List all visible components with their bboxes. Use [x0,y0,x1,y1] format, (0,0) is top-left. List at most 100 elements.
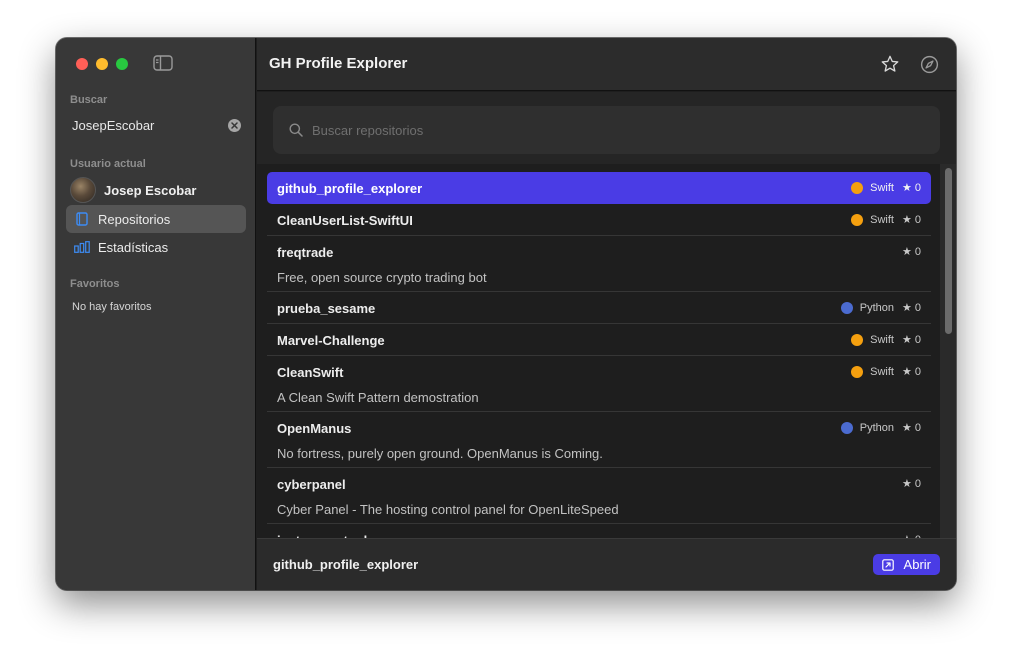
language-label: Python [859,301,894,314]
repo-stars: ★0 [902,245,921,259]
current-user[interactable]: Josep Escobar [70,177,197,203]
close-window-button[interactable] [76,58,88,70]
main-content: GH Profile Explorer github_profile_explo… [257,38,956,590]
language-dot [851,213,864,226]
star-count: 0 [914,365,921,378]
external-link-icon [881,558,894,571]
sidebar-item-label: Repositorios [98,211,171,227]
repo-language: Python [840,421,894,434]
compass-icon [920,55,938,73]
repo-name: CleanUserList-SwiftUI [277,213,413,228]
toolbar: GH Profile Explorer [257,38,956,91]
star-count: 0 [914,213,921,226]
star-icon: ★ [902,422,912,434]
language-dot [840,421,853,434]
repo-language: Swift [851,181,894,194]
repo-stars: ★0 [902,333,921,347]
repo-meta: Swift ★ 0 [851,181,921,194]
sidebar-item-repositories[interactable]: Repositorios [66,205,246,233]
repo-search-area [257,92,956,164]
list-item[interactable]: github_profile_explorer Swift ★ 0 [267,172,931,204]
star-icon [881,55,899,72]
language-label: Swift [870,213,894,226]
page-title: GH Profile Explorer [269,55,408,72]
repo-search-input[interactable] [312,122,912,138]
repo-name: CleanSwift [277,365,344,380]
language-dot [851,365,864,378]
language-label: Swift [870,365,894,378]
star-count: 0 [914,245,921,258]
list-item[interactable]: instagram-tools ★0 [267,524,931,538]
open-browser-button[interactable] [917,52,941,76]
repo-name: Marvel-Challenge [277,333,385,348]
list-item[interactable]: Marvel-Challenge Swift ★ 0 [267,324,931,356]
search-icon [289,123,303,137]
sidebar-toggle-icon[interactable] [153,55,173,71]
repo-list-scrollbar[interactable] [940,164,956,538]
repo-meta: ★0 [902,477,921,491]
repo-meta: Python ★ 0 [840,421,921,435]
book-icon [74,211,90,227]
sidebar: Buscar JosepEscobar Usuario actual Josep… [56,38,256,590]
repo-name: OpenManus [277,421,352,436]
minimize-window-button[interactable] [96,58,108,70]
repo-stars: ★0 [902,477,921,491]
repo-language: Swift [851,365,894,378]
repo-stars: ★0 [902,365,921,379]
repo-description: A Clean Swift Pattern demostration [277,390,479,405]
repo-description: No fortress, purely open ground. OpenMan… [277,446,603,461]
repo-stars: ★0 [902,181,921,195]
star-icon: ★ [902,334,912,346]
sidebar-item-label: Estadísticas [98,239,169,255]
current-user-section-label: Usuario actual [70,158,146,170]
repo-meta: Swift ★ 0 [851,213,921,226]
list-item[interactable]: freqtrade Free, open source crypto tradi… [267,236,931,292]
favorites-section-label: Favoritos [70,278,120,290]
repo-search-box[interactable] [273,106,940,154]
repo-stars: ★0 [902,421,921,435]
star-count: 0 [914,477,921,490]
selected-repo-name: github_profile_explorer [273,557,419,572]
repo-meta: Swift ★ 0 [851,365,921,378]
repo-name: prueba_sesame [277,301,376,316]
scrollbar-thumb[interactable] [945,168,952,334]
star-icon: ★ [902,478,912,490]
list-item[interactable]: prueba_sesame Python ★ 0 [267,292,931,324]
star-count: 0 [914,333,921,346]
repo-description: Cyber Panel - The hosting control panel … [277,502,619,517]
repo-description: Free, open source crypto trading bot [277,270,487,285]
repo-meta: ★0 [902,245,921,259]
open-repo-button[interactable]: Abrir [872,554,940,575]
open-button-label: Abrir [903,557,931,572]
search-section-label: Buscar [70,94,108,106]
list-item[interactable]: CleanSwift A Clean Swift Pattern demostr… [267,356,931,412]
repo-meta: Swift ★ 0 [851,333,921,346]
avatar [70,177,96,203]
star-icon: ★ [902,182,912,194]
language-label: Python [859,421,894,434]
clear-search-icon[interactable] [228,118,241,132]
user-search-value[interactable]: JosepEscobar [72,118,154,133]
star-icon: ★ [902,214,912,226]
list-item[interactable]: CleanUserList-SwiftUI Swift ★ 0 [267,204,931,236]
list-item[interactable]: cyberpanel Cyber Panel - The hosting con… [267,468,931,524]
repo-list[interactable]: github_profile_explorer Swift ★ 0 CleanUs… [257,164,956,538]
language-dot [851,333,864,346]
star-count: 0 [914,181,921,194]
list-item[interactable]: OpenManus No fortress, purely open groun… [267,412,931,468]
repo-name: github_profile_explorer [277,181,423,196]
language-dot [851,181,864,194]
star-icon: ★ [902,246,912,258]
repo-name: cyberpanel [277,477,346,492]
star-icon: ★ [902,302,912,314]
sidebar-item-statistics[interactable]: Estadísticas [66,233,246,261]
zoom-window-button[interactable] [116,58,128,70]
favorites-empty-text: No hay favoritos [72,301,152,313]
user-name: Josep Escobar [104,182,197,198]
favorite-star-button[interactable] [878,52,902,76]
selection-footer: github_profile_explorer Abrir [257,538,956,590]
user-search-field[interactable]: JosepEscobar [66,114,246,136]
repo-meta: Python ★ 0 [840,301,921,314]
repo-language: Swift [851,213,894,226]
repo-stars: ★0 [902,213,921,227]
